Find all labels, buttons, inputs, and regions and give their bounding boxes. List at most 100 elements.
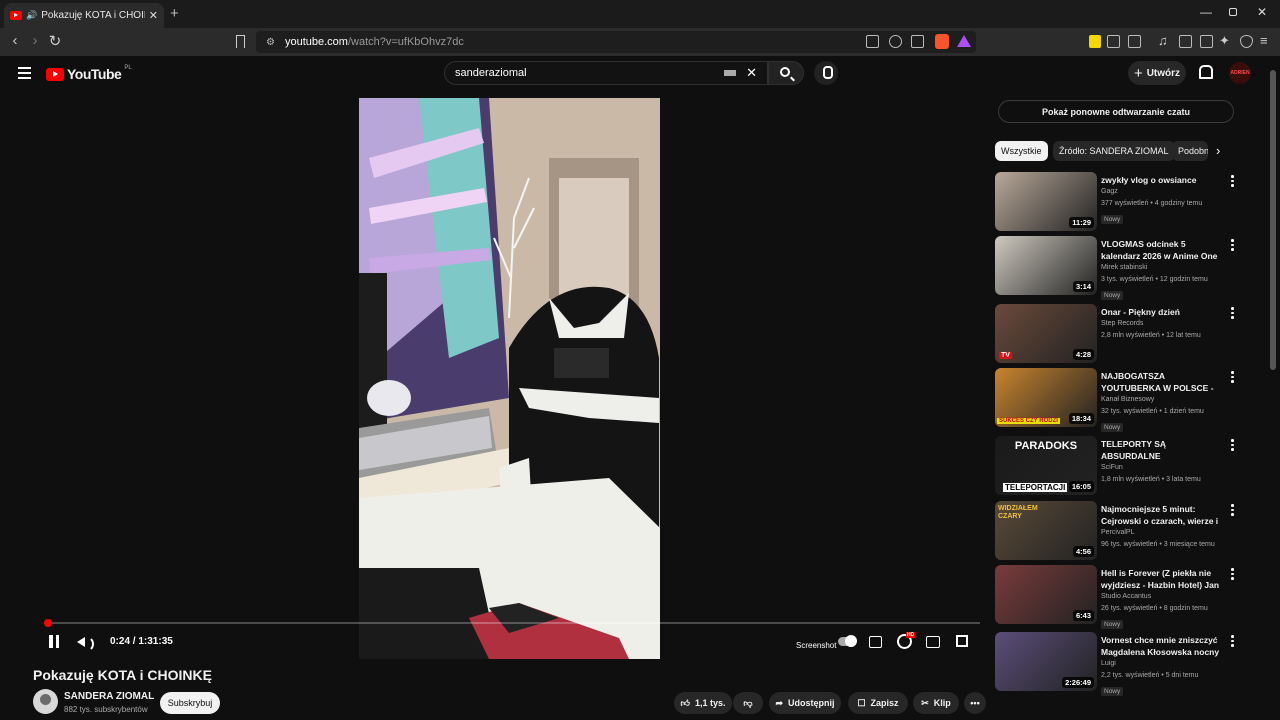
rec-channel[interactable]: Luigi bbox=[1101, 658, 1223, 670]
video-thumbnail[interactable]: 3:14 bbox=[995, 236, 1097, 295]
page-scrollbar[interactable] bbox=[1270, 60, 1276, 714]
open-external-icon[interactable] bbox=[866, 35, 879, 48]
video-thumbnail[interactable]: 2:26:49 bbox=[995, 632, 1097, 691]
extension-2-icon[interactable] bbox=[1107, 35, 1120, 48]
more-vert-icon[interactable] bbox=[1231, 504, 1234, 518]
music-icon[interactable]: ♫ bbox=[1158, 33, 1168, 48]
rec-channel[interactable]: Step Records bbox=[1101, 318, 1223, 330]
rec-title[interactable]: Onar - Piękny dzień bbox=[1101, 306, 1223, 318]
save-button[interactable]: ☐ Zapisz bbox=[848, 692, 908, 714]
voice-search-button[interactable] bbox=[814, 61, 838, 85]
close-tab-icon[interactable]: ✕ bbox=[149, 9, 158, 22]
recommended-video[interactable]: 6:43 Hell is Forever (Z piekła nie wyjdzi… bbox=[995, 565, 1240, 629]
audio-icon[interactable]: 🔊 bbox=[26, 10, 37, 21]
maximize-icon[interactable] bbox=[1229, 8, 1237, 16]
rec-title[interactable]: zwykły vlog o owsiance bbox=[1101, 174, 1223, 186]
pause-icon[interactable] bbox=[48, 635, 60, 648]
search-input[interactable]: sanderaziomal bbox=[455, 67, 724, 79]
rec-title[interactable]: VLOGMAS odcinek 5 kalendarz 2026 w Anime… bbox=[1101, 238, 1223, 262]
subscribe-button[interactable]: Subskrybuj bbox=[160, 692, 220, 714]
seek-bar[interactable] bbox=[44, 619, 980, 627]
recommended-video[interactable]: PARADOKS TELEPORTACJI 16:05 TELEPORTY SĄ AB… bbox=[995, 436, 1240, 498]
fullscreen-icon[interactable] bbox=[956, 635, 968, 647]
scrollbar-thumb[interactable] bbox=[1270, 70, 1276, 370]
rec-channel[interactable]: PercivalPL bbox=[1101, 527, 1223, 539]
leo-ai-icon[interactable]: ✦ bbox=[1219, 33, 1230, 49]
create-button[interactable]: + Utwórz bbox=[1128, 61, 1186, 85]
rec-channel[interactable]: SciFun bbox=[1101, 462, 1223, 474]
rewards-icon[interactable] bbox=[957, 35, 971, 47]
chevron-right-icon[interactable]: › bbox=[1216, 143, 1220, 158]
video-thumbnail[interactable]: WIDZIAŁEM CZARY 4:56 bbox=[995, 501, 1097, 560]
browser-menu-icon[interactable]: ≡ bbox=[1260, 33, 1268, 48]
recommended-video[interactable]: TV 4:28 Onar - Piękny dzień Step Records 2,8… bbox=[995, 304, 1240, 366]
channel-avatar[interactable] bbox=[33, 689, 58, 714]
rec-channel[interactable]: Mirek stabinski bbox=[1101, 262, 1223, 274]
zoom-icon[interactable] bbox=[889, 35, 902, 48]
chip-related[interactable]: Podobne bbox=[1172, 141, 1208, 161]
volume-icon[interactable] bbox=[77, 635, 94, 652]
share-icon[interactable] bbox=[911, 35, 924, 48]
account-avatar[interactable]: ADRIEN bbox=[1229, 62, 1251, 84]
recommended-video[interactable]: 2:26:49 Vornest chce mnie zniszczyć Magda… bbox=[995, 632, 1240, 696]
video-thumbnail[interactable]: 11:29 bbox=[995, 172, 1097, 231]
screenshot-toggle[interactable] bbox=[838, 635, 857, 647]
share-button[interactable]: ➦ Udostępnij bbox=[769, 692, 841, 714]
more-vert-icon[interactable] bbox=[1231, 239, 1234, 253]
channel-name[interactable]: SANDERA ZIOMAL bbox=[64, 691, 154, 702]
vpn-icon[interactable] bbox=[1240, 35, 1253, 48]
site-settings-icon[interactable]: ⚙ bbox=[266, 37, 275, 48]
rec-title[interactable]: TELEPORTY SĄ ABSURDALNE bbox=[1101, 438, 1223, 462]
more-vert-icon[interactable] bbox=[1231, 568, 1234, 582]
more-vert-icon[interactable] bbox=[1231, 307, 1234, 321]
video-thumbnail[interactable]: 6:43 bbox=[995, 565, 1097, 624]
browser-tab[interactable]: 🔊 Pokazuję KOTA i CHOINKĘ - Y ✕ bbox=[4, 3, 164, 28]
rec-channel[interactable]: Gagz bbox=[1101, 186, 1223, 198]
video-frame[interactable] bbox=[359, 98, 660, 659]
wallet-icon[interactable] bbox=[1200, 35, 1213, 48]
guide-menu-icon[interactable] bbox=[18, 67, 31, 82]
more-vert-icon[interactable] bbox=[1231, 371, 1234, 385]
back-icon[interactable]: ‹ bbox=[5, 32, 25, 49]
clear-search-icon[interactable]: ✕ bbox=[746, 65, 757, 81]
rec-title[interactable]: Hell is Forever (Z piekła nie wyjdziesz … bbox=[1101, 567, 1223, 591]
chip-from-channel[interactable]: Źródło: SANDERA ZIOMAL bbox=[1053, 141, 1175, 161]
forward-icon[interactable]: › bbox=[25, 32, 45, 49]
brave-shield-icon[interactable] bbox=[935, 34, 949, 49]
like-button[interactable]: 👍︎ 1,1 tys. bbox=[674, 692, 732, 714]
dislike-button[interactable]: 👎︎ bbox=[733, 692, 763, 714]
minimize-icon[interactable]: — bbox=[1200, 5, 1212, 19]
rec-title[interactable]: Vornest chce mnie zniszczyć Magdalena Kł… bbox=[1101, 634, 1223, 658]
close-window-icon[interactable]: ✕ bbox=[1257, 5, 1267, 19]
video-thumbnail[interactable]: TV 4:28 bbox=[995, 304, 1097, 363]
recommended-video[interactable]: 3:14 VLOGMAS odcinek 5 kalendarz 2026 w A… bbox=[995, 236, 1240, 300]
recommended-video[interactable]: SUKCES CZY RODZI 18:34 NAJBOGATSZA YOUTUBE… bbox=[995, 368, 1240, 432]
rec-channel[interactable]: Studio Accantus bbox=[1101, 591, 1223, 603]
search-button[interactable] bbox=[768, 61, 804, 85]
reload-icon[interactable]: ↻ bbox=[45, 32, 65, 50]
video-thumbnail[interactable]: PARADOKS TELEPORTACJI 16:05 bbox=[995, 436, 1097, 495]
recommended-video[interactable]: 11:29 zwykły vlog o owsiance Gagz 377 wyświ… bbox=[995, 172, 1240, 234]
clip-button[interactable]: ✂ Klip bbox=[913, 692, 959, 714]
rec-title[interactable]: Najmocniejsze 5 minut: Cejrowski o czara… bbox=[1101, 503, 1223, 527]
chip-all[interactable]: Wszystkie bbox=[995, 141, 1048, 161]
bookmark-icon[interactable] bbox=[236, 35, 245, 48]
notifications-bell-icon[interactable] bbox=[1197, 64, 1213, 79]
more-vert-icon[interactable] bbox=[1231, 439, 1234, 453]
seek-knob[interactable] bbox=[44, 619, 53, 627]
extension-3-icon[interactable] bbox=[1128, 35, 1141, 48]
rec-channel[interactable]: Kanał Biznesowy bbox=[1101, 394, 1223, 406]
keyboard-icon[interactable] bbox=[724, 70, 737, 76]
video-thumbnail[interactable]: SUKCES CZY RODZI 18:34 bbox=[995, 368, 1097, 427]
sidebar-icon[interactable] bbox=[1179, 35, 1192, 48]
search-box[interactable]: sanderaziomal ✕ bbox=[444, 61, 768, 85]
more-vert-icon[interactable] bbox=[1231, 175, 1234, 189]
recommended-video[interactable]: WIDZIAŁEM CZARY 4:56 Najmocniejsze 5 minut… bbox=[995, 501, 1240, 563]
chat-replay-button[interactable]: Pokaż ponowne odtwarzanie czatu bbox=[998, 100, 1234, 123]
extension-icon[interactable] bbox=[1089, 35, 1101, 48]
theater-mode-icon[interactable] bbox=[926, 636, 940, 648]
more-actions-button[interactable]: ••• bbox=[964, 692, 986, 714]
rec-title[interactable]: NAJBOGATSZA YOUTUBERKA W POLSCE - JAK PO… bbox=[1101, 370, 1223, 394]
youtube-logo[interactable]: YouTube PL bbox=[46, 65, 132, 82]
more-vert-icon[interactable] bbox=[1231, 635, 1234, 649]
